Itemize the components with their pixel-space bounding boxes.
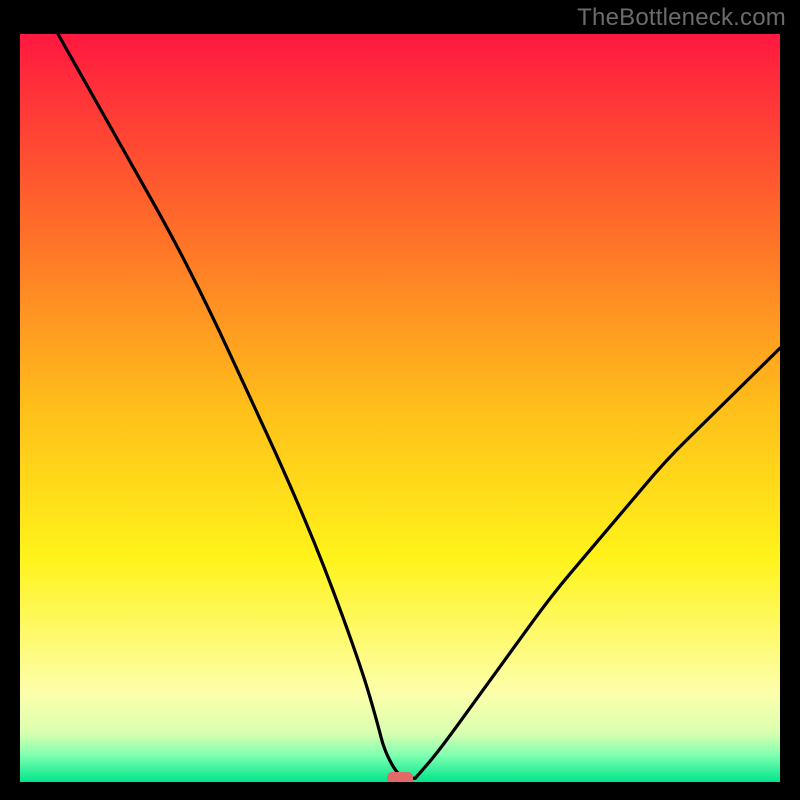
chart-svg xyxy=(20,34,780,782)
chart-frame: TheBottleneck.com xyxy=(0,0,800,800)
plot-area xyxy=(20,34,780,782)
watermark-text: TheBottleneck.com xyxy=(577,4,786,32)
chart-marker xyxy=(387,772,413,782)
chart-background xyxy=(20,34,780,782)
